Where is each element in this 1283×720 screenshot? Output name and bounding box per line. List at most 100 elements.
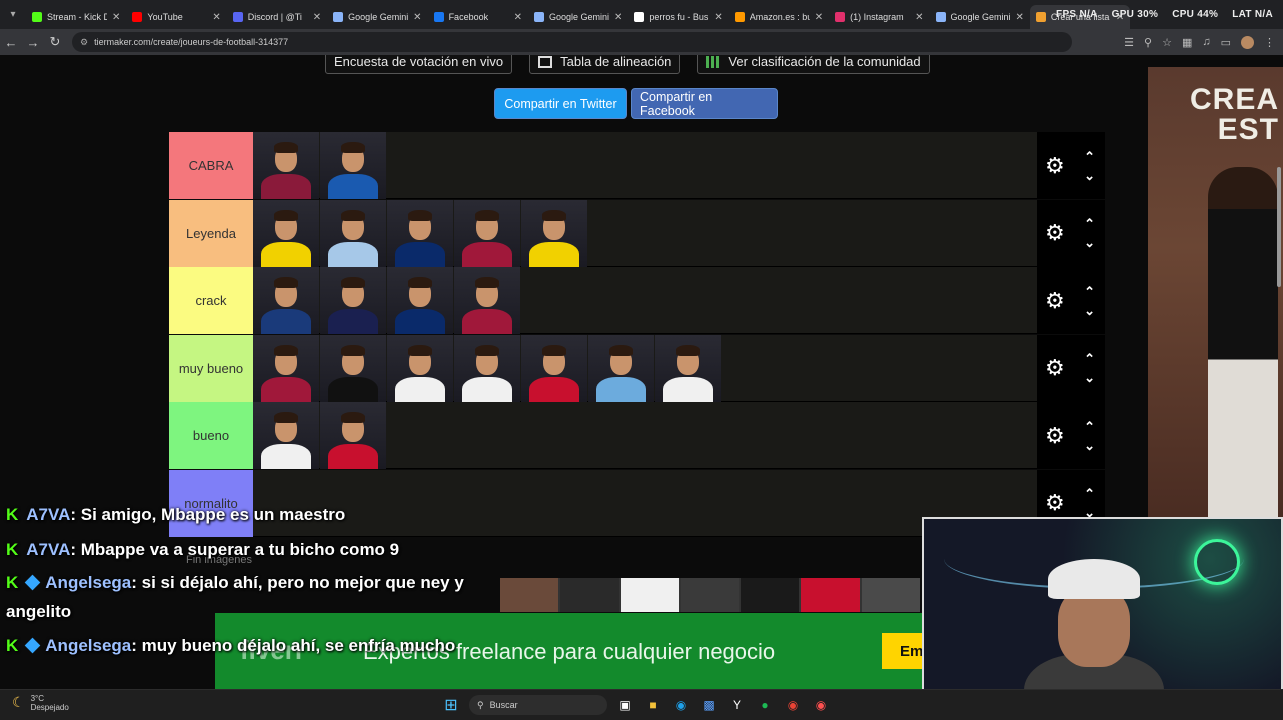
move-up-chevron-icon[interactable]: ⌃: [1084, 420, 1095, 433]
player-card[interactable]: [253, 199, 319, 267]
tier-label[interactable]: bueno: [169, 402, 253, 469]
browser-tab[interactable]: perros fu - Bus ✕: [628, 5, 728, 29]
share-facebook-button[interactable]: Compartir en Facebook: [631, 88, 778, 119]
address-bar[interactable]: ⚙ tiermaker.com/create/joueurs-de-footba…: [72, 32, 1072, 52]
player-card[interactable]: [253, 267, 319, 334]
browser-tab[interactable]: Amazon.es : bu ✕: [729, 5, 829, 29]
taskbar-search[interactable]: ⚲ Buscar: [469, 695, 607, 715]
move-up-chevron-icon[interactable]: ⌃: [1084, 487, 1095, 500]
media-controls-icon[interactable]: ♫: [1202, 36, 1210, 48]
profile-avatar[interactable]: [1241, 35, 1254, 49]
browser-tab[interactable]: YouTube ✕: [126, 5, 226, 29]
player-card[interactable]: [521, 334, 587, 402]
windows-start-icon[interactable]: ⊞: [441, 695, 461, 715]
obs-icon[interactable]: ◉: [811, 695, 831, 715]
tab-close-icon[interactable]: ✕: [514, 12, 522, 23]
share-twitter-button[interactable]: Compartir en Twitter: [494, 88, 627, 119]
tab-close-icon[interactable]: ✕: [313, 12, 321, 23]
live-poll-button[interactable]: Encuesta de votación en vivo: [325, 55, 513, 74]
browser-tab[interactable]: Google Gemini ✕: [327, 5, 427, 29]
tier-items[interactable]: [253, 132, 1037, 199]
player-card[interactable]: [588, 334, 654, 402]
player-card[interactable]: [454, 334, 520, 402]
tier-label[interactable]: crack: [169, 267, 253, 334]
forward-icon[interactable]: →: [22, 31, 44, 53]
tier-label[interactable]: muy bueno: [169, 334, 253, 402]
tier-settings-gear-icon[interactable]: ⚙: [1045, 153, 1065, 179]
tier-label[interactable]: CABRA: [169, 132, 253, 199]
tab-search-icon[interactable]: ▾: [0, 0, 26, 29]
tier-settings-gear-icon[interactable]: ⚙: [1045, 355, 1065, 381]
move-down-chevron-icon[interactable]: ⌄: [1084, 371, 1095, 384]
tier-items[interactable]: [253, 402, 1037, 469]
browser-tab[interactable]: Facebook ✕: [428, 5, 528, 29]
move-down-chevron-icon[interactable]: ⌄: [1084, 439, 1095, 452]
player-card[interactable]: [387, 199, 453, 267]
scrollbar[interactable]: [1277, 167, 1281, 287]
tier-settings-gear-icon[interactable]: ⚙: [1045, 423, 1065, 449]
sidebar-icon[interactable]: ▭: [1221, 36, 1231, 49]
zoom-icon[interactable]: ⚲: [1144, 36, 1152, 49]
tier-settings-gear-icon[interactable]: ⚙: [1045, 288, 1065, 314]
tab-close-icon[interactable]: ✕: [413, 12, 421, 23]
move-down-chevron-icon[interactable]: ⌄: [1084, 304, 1095, 317]
translate-icon[interactable]: ☰: [1124, 36, 1134, 49]
player-card[interactable]: [253, 334, 319, 402]
lineup-button[interactable]: Tabla de alineación: [529, 55, 681, 74]
menu-icon[interactable]: ⋮: [1264, 36, 1275, 49]
community-ranking-button[interactable]: Ver clasificación de la comunidad: [697, 55, 930, 74]
yahoo-icon[interactable]: Y: [727, 695, 747, 715]
player-card[interactable]: [454, 199, 520, 267]
player-card[interactable]: [320, 334, 386, 402]
tier-label[interactable]: Leyenda: [169, 199, 253, 267]
weather-widget[interactable]: ☾ 3°C Despejado: [12, 694, 69, 712]
move-down-chevron-icon[interactable]: ⌄: [1084, 236, 1095, 249]
player-card[interactable]: [320, 402, 386, 469]
player-card[interactable]: [253, 132, 319, 199]
extensions-icon[interactable]: ▦: [1182, 36, 1192, 49]
tab-close-icon[interactable]: ✕: [1016, 12, 1024, 23]
chat-username[interactable]: Angelsega: [45, 636, 131, 655]
tier-items[interactable]: [253, 267, 1037, 334]
player-card[interactable]: [320, 267, 386, 334]
player-card[interactable]: [387, 334, 453, 402]
chat-username[interactable]: A7VA: [26, 505, 70, 524]
player-card[interactable]: [320, 199, 386, 267]
player-card[interactable]: [454, 267, 520, 334]
player-card[interactable]: [655, 334, 721, 402]
tab-close-icon[interactable]: ✕: [714, 12, 722, 23]
move-up-chevron-icon[interactable]: ⌃: [1084, 150, 1095, 163]
browser-tab[interactable]: (1) Instagram ✕: [829, 5, 929, 29]
tier-settings-gear-icon[interactable]: ⚙: [1045, 220, 1065, 246]
browser-tab[interactable]: Google Gemini ✕: [528, 5, 628, 29]
browser-tab[interactable]: Discord | @Ti ✕: [227, 5, 327, 29]
browser-tab[interactable]: Google Gemini ✕: [930, 5, 1030, 29]
tier-items[interactable]: [253, 199, 1037, 267]
move-down-chevron-icon[interactable]: ⌄: [1084, 169, 1095, 182]
file-explorer-icon[interactable]: ■: [643, 695, 663, 715]
player-card[interactable]: [521, 199, 587, 267]
tab-close-icon[interactable]: ✕: [212, 12, 220, 23]
store-icon[interactable]: ▩: [699, 695, 719, 715]
tier-settings-gear-icon[interactable]: ⚙: [1045, 490, 1065, 516]
move-up-chevron-icon[interactable]: ⌃: [1084, 217, 1095, 230]
reload-icon[interactable]: ↻: [44, 31, 66, 53]
edge-icon[interactable]: ◉: [671, 695, 691, 715]
chrome-icon[interactable]: ◉: [783, 695, 803, 715]
move-up-chevron-icon[interactable]: ⌃: [1084, 285, 1095, 298]
spotify-icon[interactable]: ●: [755, 695, 775, 715]
tab-close-icon[interactable]: ✕: [815, 12, 823, 23]
tab-close-icon[interactable]: ✕: [614, 12, 622, 23]
player-card[interactable]: [253, 402, 319, 469]
side-ad-image[interactable]: CREA EST: [1148, 67, 1283, 517]
chat-username[interactable]: A7VA: [26, 540, 70, 559]
player-card[interactable]: [320, 132, 386, 199]
move-up-chevron-icon[interactable]: ⌃: [1084, 352, 1095, 365]
tab-close-icon[interactable]: ✕: [915, 12, 923, 23]
site-info-icon[interactable]: ⚙: [80, 37, 88, 48]
bookmark-star-icon[interactable]: ☆: [1162, 36, 1172, 49]
back-icon[interactable]: ←: [0, 31, 22, 53]
tab-close-icon[interactable]: ✕: [112, 12, 120, 23]
task-view-icon[interactable]: ▣: [615, 695, 635, 715]
player-card[interactable]: [387, 267, 453, 334]
